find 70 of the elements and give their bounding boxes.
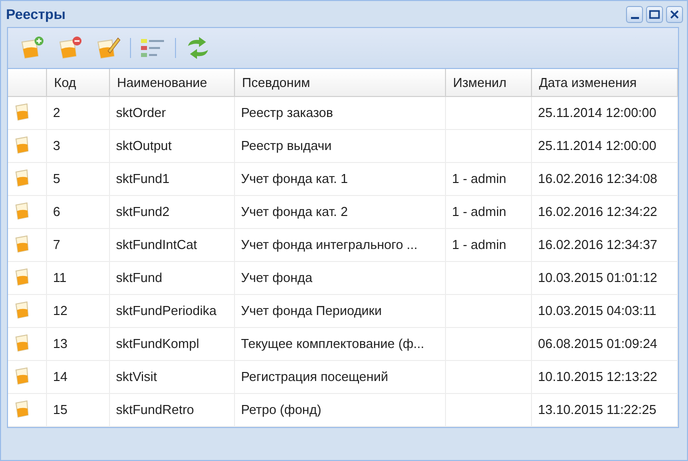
table-cell: 5: [53, 171, 60, 186]
table-cell: 25.11.2014 12:00:00: [538, 138, 656, 153]
list-icon: [140, 38, 166, 58]
column-header[interactable]: Псевдоним: [234, 69, 446, 96]
table-cell: 2: [53, 105, 60, 120]
table-cell: 14: [53, 369, 68, 384]
table-cell: 25.11.2014 12:00:00: [538, 105, 656, 120]
table-cell: Учет фонда кат. 2: [241, 204, 348, 219]
table-cell: sktFundIntCat: [116, 237, 197, 252]
close-icon: [669, 8, 680, 20]
maximize-button[interactable]: [646, 6, 663, 22]
table-cell: 3: [53, 138, 60, 153]
close-button[interactable]: [666, 6, 683, 22]
add-document-icon: [19, 36, 45, 60]
document-icon: [14, 400, 30, 418]
minimize-icon: [630, 16, 638, 18]
document-icon: [14, 136, 30, 154]
table-cell: sktVisit: [116, 369, 157, 384]
table-cell: 06.08.2015 01:09:24: [538, 336, 658, 351]
column-header[interactable]: Код: [46, 69, 110, 96]
document-icon: [14, 367, 30, 385]
table-cell: 11: [53, 270, 66, 285]
table-cell: Учет фонда: [241, 270, 312, 285]
table-cell: Учет фонда интегрального ...: [241, 237, 418, 252]
table-cell: Учет фонда Периодики: [241, 303, 382, 318]
table-cell: 10.10.2015 12:13:22: [538, 369, 658, 384]
table-cell: sktFund2: [116, 204, 170, 219]
table-cell: sktFundRetro: [116, 402, 194, 417]
table-cell: 7: [53, 237, 60, 252]
table-cell: 12: [53, 303, 68, 318]
document-icon: [14, 268, 30, 286]
document-icon: [14, 103, 30, 121]
table-cell: Реестр выдачи: [241, 138, 332, 153]
table-cell: 16.02.2016 12:34:22: [538, 204, 658, 219]
table-cell: sktFund: [116, 270, 162, 285]
table-cell: 16.02.2016 12:34:37: [538, 237, 658, 252]
table-cell: 6: [53, 204, 60, 219]
remove-document-icon: [57, 36, 83, 60]
table-cell: 1 - admin: [452, 171, 506, 186]
table-cell: sktFund1: [116, 171, 170, 186]
document-icon: [14, 169, 30, 187]
minimize-button[interactable]: [626, 6, 643, 22]
document-icon: [14, 202, 30, 220]
window-title: Реестры: [6, 6, 67, 22]
table-cell: 15: [53, 402, 68, 417]
column-header[interactable]: Наименование: [110, 69, 234, 96]
table-cell: sktFundKompl: [116, 336, 200, 351]
table-cell: Реестр заказов: [241, 105, 334, 120]
table-cell: 1 - admin: [452, 204, 506, 219]
column-header[interactable]: Дата изменения: [532, 69, 678, 96]
table-cell: 13: [53, 336, 68, 351]
table-cell: sktFundPeriodika: [116, 303, 216, 318]
document-icon: [14, 301, 30, 319]
column-header[interactable]: Изменил: [446, 69, 532, 96]
document-icon: [14, 334, 30, 352]
table-cell: Ретро (фонд): [241, 402, 322, 417]
table-cell: 13.10.2015 11:22:25: [538, 402, 656, 417]
edit-document-icon: [95, 36, 121, 60]
table-cell: 1 - admin: [452, 237, 506, 252]
table-cell: 16.02.2016 12:34:08: [538, 171, 658, 186]
maximize-icon: [649, 10, 660, 18]
table-cell: Учет фонда кат. 1: [241, 171, 348, 186]
table-cell: Регистрация посещений: [241, 369, 388, 384]
table-cell: Текущее комплектование (ф...: [241, 336, 424, 351]
table-cell: 10.03.2015 04:03:11: [538, 303, 656, 318]
table-cell: sktOrder: [116, 105, 166, 120]
table-cell: 10.03.2015 01:01:12: [538, 270, 658, 285]
table-cell: sktOutput: [116, 138, 172, 153]
refresh-icon: [185, 36, 211, 60]
document-icon: [14, 235, 30, 253]
